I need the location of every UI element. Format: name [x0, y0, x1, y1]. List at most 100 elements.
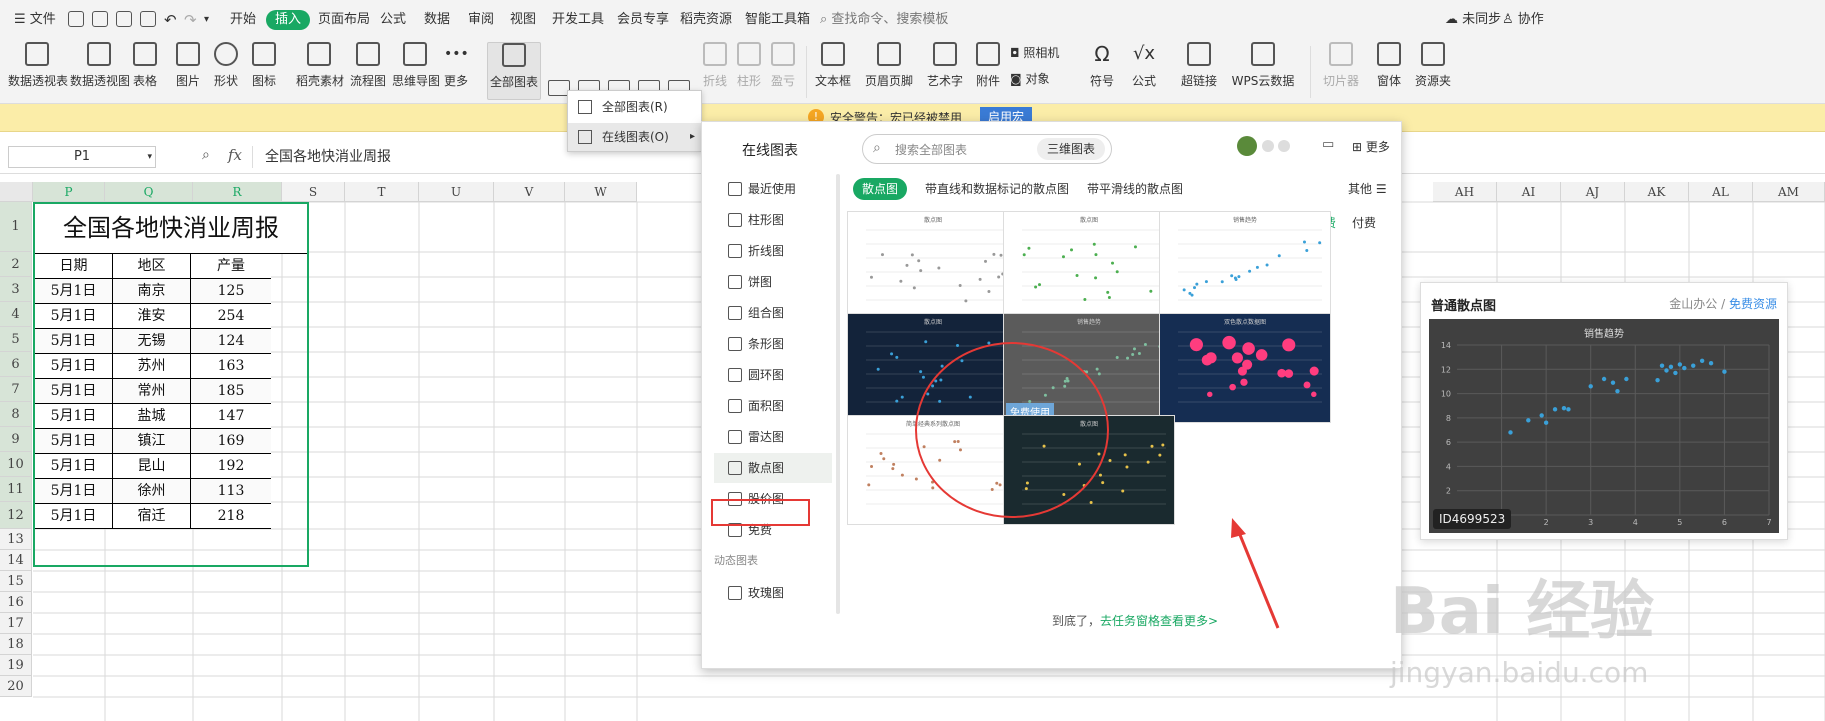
docer-material-button[interactable]: 稻壳素材 — [296, 42, 344, 100]
redo-icon[interactable]: ↷ — [184, 10, 197, 30]
hyperlink-button[interactable]: 超链接 — [1176, 42, 1222, 100]
sparkline-line-button[interactable]: 折线 — [700, 42, 730, 100]
subtab-scatter-straight[interactable]: 带直线和数据标记的散点图 — [925, 180, 1069, 197]
row-header-16[interactable]: 16 — [0, 592, 32, 613]
object-button[interactable]: ◙ 对象 — [1010, 70, 1070, 94]
row-header-14[interactable]: 14 — [0, 550, 32, 571]
tab-docer[interactable]: 稻壳资源 — [680, 10, 732, 30]
chart-category-9[interactable]: 散点图 — [714, 453, 832, 483]
table-cell-r10-1[interactable]: 宿迁 — [113, 504, 191, 529]
chart-category-3[interactable]: 饼图 — [714, 267, 832, 297]
chart-category-5[interactable]: 条形图 — [714, 329, 832, 359]
column-header-ai[interactable]: AI — [1497, 182, 1561, 202]
chart-thumbnail-5[interactable]: 销售趋势 免费使用 — [1003, 313, 1175, 423]
row-header-7[interactable]: 7 — [0, 377, 32, 402]
table-cell-r8-1[interactable]: 昆山 — [113, 454, 191, 479]
chart-category-1[interactable]: 柱形图 — [714, 205, 832, 235]
table-header-0[interactable]: 日期 — [35, 254, 113, 279]
chart-thumbnail-1[interactable]: 散点图 — [847, 211, 1019, 321]
tab-insert[interactable]: 插入 — [266, 10, 311, 30]
tab-member[interactable]: 会员专享 — [617, 10, 669, 30]
flowchart-button[interactable]: 流程图 — [350, 42, 386, 100]
form-button[interactable]: 窗体 — [1372, 42, 1406, 100]
column-header-ah[interactable]: AH — [1433, 182, 1497, 202]
column-header-q[interactable]: Q — [105, 182, 193, 202]
avatar[interactable] — [1237, 136, 1257, 156]
print-icon[interactable] — [116, 11, 132, 27]
chart-category-2[interactable]: 折线图 — [714, 236, 832, 266]
shape-button[interactable]: 形状 — [208, 42, 244, 100]
chart-search-box[interactable]: ⌕ 搜索全部图表 三维图表 — [862, 134, 1112, 164]
row-header-1[interactable]: 1 — [0, 202, 32, 252]
tab-start[interactable]: 开始 — [230, 10, 256, 30]
formula-button[interactable]: √x 公式 — [1124, 42, 1164, 100]
chart-thumbnail-4[interactable]: 散点图 — [847, 313, 1019, 423]
subtab-scatter[interactable]: 散点图 — [853, 178, 908, 200]
chart-thumbnail-2[interactable]: 散点图 — [1003, 211, 1175, 321]
table-cell-r7-1[interactable]: 镇江 — [113, 429, 191, 454]
table-cell-r7-0[interactable]: 5月1日 — [35, 429, 113, 454]
table-cell-r2-0[interactable]: 5月1日 — [35, 304, 113, 329]
row-header-18[interactable]: 18 — [0, 634, 32, 655]
pivot-table-button[interactable]: 数据透视表 — [8, 42, 68, 100]
column-header-w[interactable]: W — [565, 182, 637, 202]
table-cell-r4-0[interactable]: 5月1日 — [35, 354, 113, 379]
row-header-10[interactable]: 10 — [0, 452, 32, 477]
table-cell-r2-1[interactable]: 淮安 — [113, 304, 191, 329]
table-cell-r2-2[interactable]: 254 — [191, 304, 271, 329]
symbol-button[interactable]: Ω 符号 — [1082, 42, 1122, 100]
tab-review[interactable]: 审阅 — [468, 10, 494, 30]
zoom-formula-icon[interactable]: ⌕ — [202, 147, 210, 163]
chart-category-6[interactable]: 圆环图 — [714, 360, 832, 390]
table-header-2[interactable]: 产量 — [191, 254, 271, 279]
chart-category-10[interactable]: 股价图 — [714, 484, 832, 514]
chart-thumbnail-8[interactable]: 散点图 — [1003, 415, 1175, 525]
other-subtabs-button[interactable]: 其他 ☰ — [1348, 180, 1387, 197]
file-menu[interactable]: ☰ 文件 — [14, 10, 56, 30]
save-icon[interactable] — [68, 11, 84, 27]
chevron-down-icon[interactable]: ▾ — [204, 10, 209, 30]
tab-dev-tools[interactable]: 开发工具 — [552, 10, 604, 30]
table-title[interactable]: 全国各地快消业周报 — [35, 204, 307, 254]
row-header-12[interactable]: 12 — [0, 502, 32, 529]
column-header-aj[interactable]: AJ — [1561, 182, 1625, 202]
table-cell-r1-0[interactable]: 5月1日 — [35, 279, 113, 304]
column-header-v[interactable]: V — [494, 182, 565, 202]
chart-thumbnail-6[interactable]: 双色散点数据图 — [1159, 313, 1331, 423]
table-cell-r10-2[interactable]: 218 — [191, 504, 271, 529]
menu-item-all-charts[interactable]: 全部图表(R) — [568, 93, 701, 121]
filter-paid[interactable]: 付费 — [1352, 214, 1376, 231]
undo-icon[interactable]: ↶ — [164, 10, 177, 30]
column-header-t[interactable]: T — [345, 182, 419, 202]
message-icon[interactable]: ▭ — [1322, 137, 1334, 152]
column-header-s[interactable]: S — [282, 182, 345, 202]
row-header-5[interactable]: 5 — [0, 327, 32, 352]
table-cell-r1-1[interactable]: 南京 — [113, 279, 191, 304]
row-header-17[interactable]: 17 — [0, 613, 32, 634]
column-header-p[interactable]: P — [33, 182, 105, 202]
search-input[interactable]: 搜索全部图表 — [895, 141, 967, 158]
pivot-chart-button[interactable]: 数据透视图 — [70, 42, 130, 100]
chart-thumbnail-7[interactable]: 简单经典系列散点图 — [847, 415, 1019, 525]
table-cell-r9-0[interactable]: 5月1日 — [35, 479, 113, 504]
chart-category-8[interactable]: 雷达图 — [714, 422, 832, 452]
wps-cloud-data-button[interactable]: WPS云数据 — [1226, 42, 1300, 100]
header-footer-button[interactable]: 页眉页脚 — [860, 42, 918, 100]
table-cell-r10-0[interactable]: 5月1日 — [35, 504, 113, 529]
icon-button[interactable]: 图标 — [246, 42, 282, 100]
resource-folder-button[interactable]: 资源夹 — [1410, 42, 1456, 100]
subtab-scatter-smooth[interactable]: 带平滑线的散点图 — [1087, 180, 1183, 197]
more-apps-button[interactable]: ⊞ 更多 — [1352, 138, 1390, 155]
table-cell-r5-1[interactable]: 常州 — [113, 379, 191, 404]
row-header-15[interactable]: 15 — [0, 571, 32, 592]
row-header-13[interactable]: 13 — [0, 529, 32, 550]
table-cell-r8-2[interactable]: 192 — [191, 454, 271, 479]
slicer-button[interactable]: 切片器 — [1318, 42, 1364, 100]
camera-button[interactable]: ◘ 照相机 — [1010, 44, 1070, 68]
row-header-9[interactable]: 9 — [0, 427, 32, 452]
row-header-3[interactable]: 3 — [0, 277, 32, 302]
chart-category-0[interactable]: 最近使用 — [714, 174, 832, 204]
table-button[interactable]: 表格 — [130, 42, 160, 100]
row-header-19[interactable]: 19 — [0, 655, 32, 676]
table-cell-r3-1[interactable]: 无锡 — [113, 329, 191, 354]
